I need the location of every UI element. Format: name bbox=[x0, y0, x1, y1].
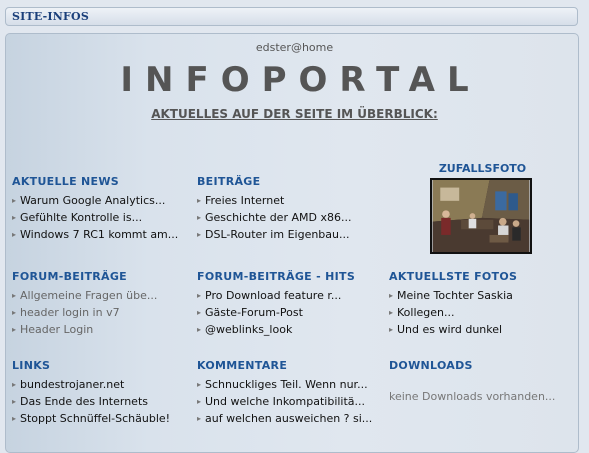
kommentar-item[interactable]: ▸ Und welche Inkompatibilitä... bbox=[197, 393, 382, 410]
foto-item[interactable]: ▸ Und es wird dunkel bbox=[389, 321, 569, 338]
kommentar-item[interactable]: ▸ auf welchen ausweichen ? si... bbox=[197, 410, 382, 427]
news-item[interactable]: ▸ Windows 7 RC1 kommt am... bbox=[12, 226, 192, 243]
section-title: AKTUELLSTE FOTOS bbox=[389, 270, 518, 283]
section-links: LINKS ▸ bundestrojaner.net ▸ Das Ende des … bbox=[12, 359, 192, 427]
arrow-icon: ▸ bbox=[197, 213, 202, 222]
site-infos-header: SITE-INFOS bbox=[5, 7, 578, 26]
forum-hit-item[interactable]: ▸ Gäste-Forum-Post bbox=[197, 304, 362, 321]
arrow-icon: ▸ bbox=[197, 414, 202, 423]
forum-item[interactable]: ▸ header login in v7 bbox=[12, 304, 192, 321]
section-beitraege: BEITRÄGE ▸ Freies Internet ▸ Geschichte de… bbox=[197, 175, 362, 243]
arrow-icon: ▸ bbox=[12, 380, 17, 389]
section-title: FORUM-BEITRÄGE bbox=[12, 270, 128, 283]
forum-item[interactable]: ▸ Header Login bbox=[12, 321, 192, 338]
forum-hit-item[interactable]: ▸ @weblinks_look bbox=[197, 321, 362, 338]
arrow-icon: ▸ bbox=[12, 196, 17, 205]
arrow-icon: ▸ bbox=[197, 325, 202, 334]
forum-item[interactable]: ▸ Allgemeine Fragen übe... bbox=[12, 287, 192, 304]
infoportal-logo: INFOPORTAL bbox=[120, 60, 481, 100]
section-title: AKTUELLE NEWS bbox=[12, 175, 120, 188]
forum-hit-item[interactable]: ▸ Pro Download feature r... bbox=[197, 287, 362, 304]
foto-item[interactable]: ▸ Kollegen... bbox=[389, 304, 569, 321]
random-photo-title: ZUFALLSFOTO bbox=[438, 162, 527, 175]
beitrag-item[interactable]: ▸ Freies Internet bbox=[197, 192, 362, 209]
arrow-icon: ▸ bbox=[389, 291, 394, 300]
section-title: LINKS bbox=[12, 359, 51, 372]
arrow-icon: ▸ bbox=[12, 291, 17, 300]
arrow-icon: ▸ bbox=[197, 230, 202, 239]
beitrag-item[interactable]: ▸ Geschichte der AMD x86... bbox=[197, 209, 362, 226]
section-news: AKTUELLE NEWS ▸ Warum Google Analytics...… bbox=[12, 175, 192, 243]
arrow-icon: ▸ bbox=[12, 397, 17, 406]
random-photo: ZUFALLSFOTO bbox=[430, 162, 535, 254]
news-item[interactable]: ▸ Warum Google Analytics... bbox=[12, 192, 192, 209]
arrow-icon: ▸ bbox=[389, 308, 394, 317]
section-forum: FORUM-BEITRÄGE ▸ Allgemeine Fragen übe...… bbox=[12, 270, 192, 338]
kommentar-item[interactable]: ▸ Schnuckliges Teil. Wenn nur... bbox=[197, 376, 382, 393]
section-kommentare: KOMMENTARE ▸ Schnuckliges Teil. Wenn nur.… bbox=[197, 359, 382, 427]
link-item[interactable]: ▸ Das Ende des Internets bbox=[12, 393, 192, 410]
link-item[interactable]: ▸ bundestrojaner.net bbox=[12, 376, 192, 393]
no-downloads-note: keine Downloads vorhanden... bbox=[389, 390, 556, 403]
arrow-icon: ▸ bbox=[197, 196, 202, 205]
link-item[interactable]: ▸ Stoppt Schnüffel-Schäuble! bbox=[12, 410, 192, 427]
arrow-icon: ▸ bbox=[197, 291, 202, 300]
header-title: SITE-INFOS bbox=[12, 10, 89, 23]
section-title: BEITRÄGE bbox=[197, 175, 261, 188]
page-subtitle: AKTUELLES AUF DER SEITE IM ÜBERBLICK: bbox=[151, 107, 438, 121]
arrow-icon: ▸ bbox=[12, 230, 17, 239]
section-title: FORUM-BEITRÄGE - HITS bbox=[197, 270, 356, 283]
arrow-icon: ▸ bbox=[389, 325, 394, 334]
foto-item[interactable]: ▸ Meine Tochter Saskia bbox=[389, 287, 569, 304]
arrow-icon: ▸ bbox=[12, 414, 17, 423]
section-title: KOMMENTARE bbox=[197, 359, 288, 372]
arrow-icon: ▸ bbox=[197, 308, 202, 317]
section-forum-hits: FORUM-BEITRÄGE - HITS ▸ Pro Download feat… bbox=[197, 270, 362, 338]
arrow-icon: ▸ bbox=[12, 325, 17, 334]
section-title: DOWNLOADS bbox=[389, 359, 473, 372]
username: edster@home bbox=[255, 41, 334, 54]
arrow-icon: ▸ bbox=[197, 397, 202, 406]
arrow-icon: ▸ bbox=[12, 213, 17, 222]
arrow-icon: ▸ bbox=[197, 380, 202, 389]
news-item[interactable]: ▸ Gefühlte Kontrolle is... bbox=[12, 209, 192, 226]
random-photo-image[interactable] bbox=[430, 178, 532, 254]
arrow-icon: ▸ bbox=[12, 308, 17, 317]
beitrag-item[interactable]: ▸ DSL-Router im Eigenbau... bbox=[197, 226, 362, 243]
section-downloads: DOWNLOADS keine Downloads vorhanden... bbox=[389, 359, 579, 403]
section-fotos: AKTUELLSTE FOTOS ▸ Meine Tochter Saskia ▸… bbox=[389, 270, 569, 338]
